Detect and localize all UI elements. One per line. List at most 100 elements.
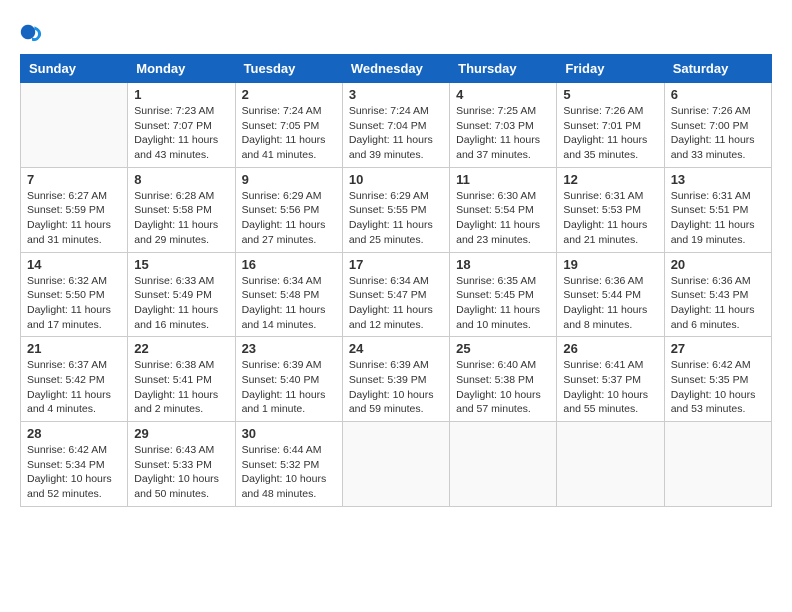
day-number: 3 (349, 87, 443, 102)
day-info: Sunrise: 6:39 AMSunset: 5:39 PMDaylight:… (349, 358, 443, 417)
day-number: 20 (671, 257, 765, 272)
calendar-cell: 18 Sunrise: 6:35 AMSunset: 5:45 PMDayligh… (450, 252, 557, 337)
calendar-cell: 11 Sunrise: 6:30 AMSunset: 5:54 PMDayligh… (450, 167, 557, 252)
calendar-cell: 26 Sunrise: 6:41 AMSunset: 5:37 PMDayligh… (557, 337, 664, 422)
day-number: 25 (456, 341, 550, 356)
calendar-cell: 14Sunrise: 6:32 AMSunset: 5:50 PMDayligh… (21, 252, 128, 337)
day-number: 21 (27, 341, 121, 356)
day-number: 26 (563, 341, 657, 356)
calendar-cell (450, 422, 557, 507)
day-info: Sunrise: 7:25 AMSunset: 7:03 PMDaylight:… (456, 104, 550, 163)
logo-icon (20, 20, 44, 44)
day-number: 27 (671, 341, 765, 356)
calendar-week-row: 1 Sunrise: 7:23 AMSunset: 7:07 PMDaylight… (21, 83, 772, 168)
day-number: 15 (134, 257, 228, 272)
day-info: Sunrise: 6:41 AMSunset: 5:37 PMDaylight:… (563, 358, 657, 417)
day-info: Sunrise: 6:33 AMSunset: 5:49 PMDaylight:… (134, 274, 228, 333)
calendar-header-row: SundayMondayTuesdayWednesdayThursdayFrid… (21, 55, 772, 83)
day-number: 1 (134, 87, 228, 102)
day-info: Sunrise: 6:40 AMSunset: 5:38 PMDaylight:… (456, 358, 550, 417)
day-info: Sunrise: 6:36 AMSunset: 5:44 PMDaylight:… (563, 274, 657, 333)
calendar-week-row: 28Sunrise: 6:42 AMSunset: 5:34 PMDayligh… (21, 422, 772, 507)
calendar-cell (21, 83, 128, 168)
calendar-cell: 7Sunrise: 6:27 AMSunset: 5:59 PMDaylight… (21, 167, 128, 252)
calendar-cell: 8Sunrise: 6:28 AMSunset: 5:58 PMDaylight… (128, 167, 235, 252)
day-number: 2 (242, 87, 336, 102)
calendar-cell: 20 Sunrise: 6:36 AMSunset: 5:43 PMDayligh… (664, 252, 771, 337)
day-number: 12 (563, 172, 657, 187)
logo (20, 20, 48, 44)
day-info: Sunrise: 7:26 AMSunset: 7:00 PMDaylight:… (671, 104, 765, 163)
page-header (20, 20, 772, 44)
day-info: Sunrise: 6:38 AMSunset: 5:41 PMDaylight:… (134, 358, 228, 417)
day-info: Sunrise: 6:34 AMSunset: 5:47 PMDaylight:… (349, 274, 443, 333)
day-info: Sunrise: 6:30 AMSunset: 5:54 PMDaylight:… (456, 189, 550, 248)
day-info: Sunrise: 6:39 AMSunset: 5:40 PMDaylight:… (242, 358, 336, 417)
day-number: 5 (563, 87, 657, 102)
day-info: Sunrise: 6:34 AMSunset: 5:48 PMDaylight:… (242, 274, 336, 333)
calendar-header-monday: Monday (128, 55, 235, 83)
day-info: Sunrise: 6:29 AMSunset: 5:56 PMDaylight:… (242, 189, 336, 248)
day-number: 6 (671, 87, 765, 102)
day-info: Sunrise: 7:26 AMSunset: 7:01 PMDaylight:… (563, 104, 657, 163)
calendar-cell: 27 Sunrise: 6:42 AMSunset: 5:35 PMDayligh… (664, 337, 771, 422)
day-number: 29 (134, 426, 228, 441)
day-info: Sunrise: 7:24 AMSunset: 7:05 PMDaylight:… (242, 104, 336, 163)
day-number: 18 (456, 257, 550, 272)
calendar-header-saturday: Saturday (664, 55, 771, 83)
day-number: 16 (242, 257, 336, 272)
day-number: 13 (671, 172, 765, 187)
day-info: Sunrise: 6:36 AMSunset: 5:43 PMDaylight:… (671, 274, 765, 333)
day-number: 19 (563, 257, 657, 272)
calendar-table: SundayMondayTuesdayWednesdayThursdayFrid… (20, 54, 772, 507)
calendar-cell: 4 Sunrise: 7:25 AMSunset: 7:03 PMDaylight… (450, 83, 557, 168)
calendar-header-thursday: Thursday (450, 55, 557, 83)
day-info: Sunrise: 7:23 AMSunset: 7:07 PMDaylight:… (134, 104, 228, 163)
calendar-cell: 5 Sunrise: 7:26 AMSunset: 7:01 PMDaylight… (557, 83, 664, 168)
day-number: 22 (134, 341, 228, 356)
calendar-cell (664, 422, 771, 507)
day-number: 30 (242, 426, 336, 441)
day-info: Sunrise: 6:44 AMSunset: 5:32 PMDaylight:… (242, 443, 336, 502)
day-info: Sunrise: 6:42 AMSunset: 5:35 PMDaylight:… (671, 358, 765, 417)
calendar-header-friday: Friday (557, 55, 664, 83)
day-number: 9 (242, 172, 336, 187)
day-number: 14 (27, 257, 121, 272)
calendar-cell: 25 Sunrise: 6:40 AMSunset: 5:38 PMDayligh… (450, 337, 557, 422)
calendar-cell: 24 Sunrise: 6:39 AMSunset: 5:39 PMDayligh… (342, 337, 449, 422)
day-number: 24 (349, 341, 443, 356)
day-number: 10 (349, 172, 443, 187)
day-number: 17 (349, 257, 443, 272)
day-number: 23 (242, 341, 336, 356)
day-number: 8 (134, 172, 228, 187)
calendar-cell: 23 Sunrise: 6:39 AMSunset: 5:40 PMDayligh… (235, 337, 342, 422)
day-info: Sunrise: 6:27 AMSunset: 5:59 PMDaylight:… (27, 189, 121, 248)
calendar-header-tuesday: Tuesday (235, 55, 342, 83)
day-info: Sunrise: 6:31 AMSunset: 5:51 PMDaylight:… (671, 189, 765, 248)
calendar-week-row: 14Sunrise: 6:32 AMSunset: 5:50 PMDayligh… (21, 252, 772, 337)
calendar-cell: 21Sunrise: 6:37 AMSunset: 5:42 PMDayligh… (21, 337, 128, 422)
calendar-week-row: 21Sunrise: 6:37 AMSunset: 5:42 PMDayligh… (21, 337, 772, 422)
calendar-cell: 28Sunrise: 6:42 AMSunset: 5:34 PMDayligh… (21, 422, 128, 507)
day-info: Sunrise: 7:24 AMSunset: 7:04 PMDaylight:… (349, 104, 443, 163)
calendar-cell: 3 Sunrise: 7:24 AMSunset: 7:04 PMDaylight… (342, 83, 449, 168)
day-number: 11 (456, 172, 550, 187)
calendar-cell: 9 Sunrise: 6:29 AMSunset: 5:56 PMDaylight… (235, 167, 342, 252)
calendar-cell: 12 Sunrise: 6:31 AMSunset: 5:53 PMDayligh… (557, 167, 664, 252)
calendar-cell: 17 Sunrise: 6:34 AMSunset: 5:47 PMDayligh… (342, 252, 449, 337)
calendar-cell: 29Sunrise: 6:43 AMSunset: 5:33 PMDayligh… (128, 422, 235, 507)
day-info: Sunrise: 6:31 AMSunset: 5:53 PMDaylight:… (563, 189, 657, 248)
day-info: Sunrise: 6:35 AMSunset: 5:45 PMDaylight:… (456, 274, 550, 333)
day-info: Sunrise: 6:29 AMSunset: 5:55 PMDaylight:… (349, 189, 443, 248)
calendar-cell: 19 Sunrise: 6:36 AMSunset: 5:44 PMDayligh… (557, 252, 664, 337)
calendar-cell (342, 422, 449, 507)
calendar-cell (557, 422, 664, 507)
calendar-cell: 15 Sunrise: 6:33 AMSunset: 5:49 PMDayligh… (128, 252, 235, 337)
calendar-header-sunday: Sunday (21, 55, 128, 83)
calendar-cell: 2 Sunrise: 7:24 AMSunset: 7:05 PMDaylight… (235, 83, 342, 168)
calendar-cell: 16 Sunrise: 6:34 AMSunset: 5:48 PMDayligh… (235, 252, 342, 337)
calendar-header-wednesday: Wednesday (342, 55, 449, 83)
calendar-cell: 6 Sunrise: 7:26 AMSunset: 7:00 PMDaylight… (664, 83, 771, 168)
day-number: 4 (456, 87, 550, 102)
calendar-cell: 22 Sunrise: 6:38 AMSunset: 5:41 PMDayligh… (128, 337, 235, 422)
